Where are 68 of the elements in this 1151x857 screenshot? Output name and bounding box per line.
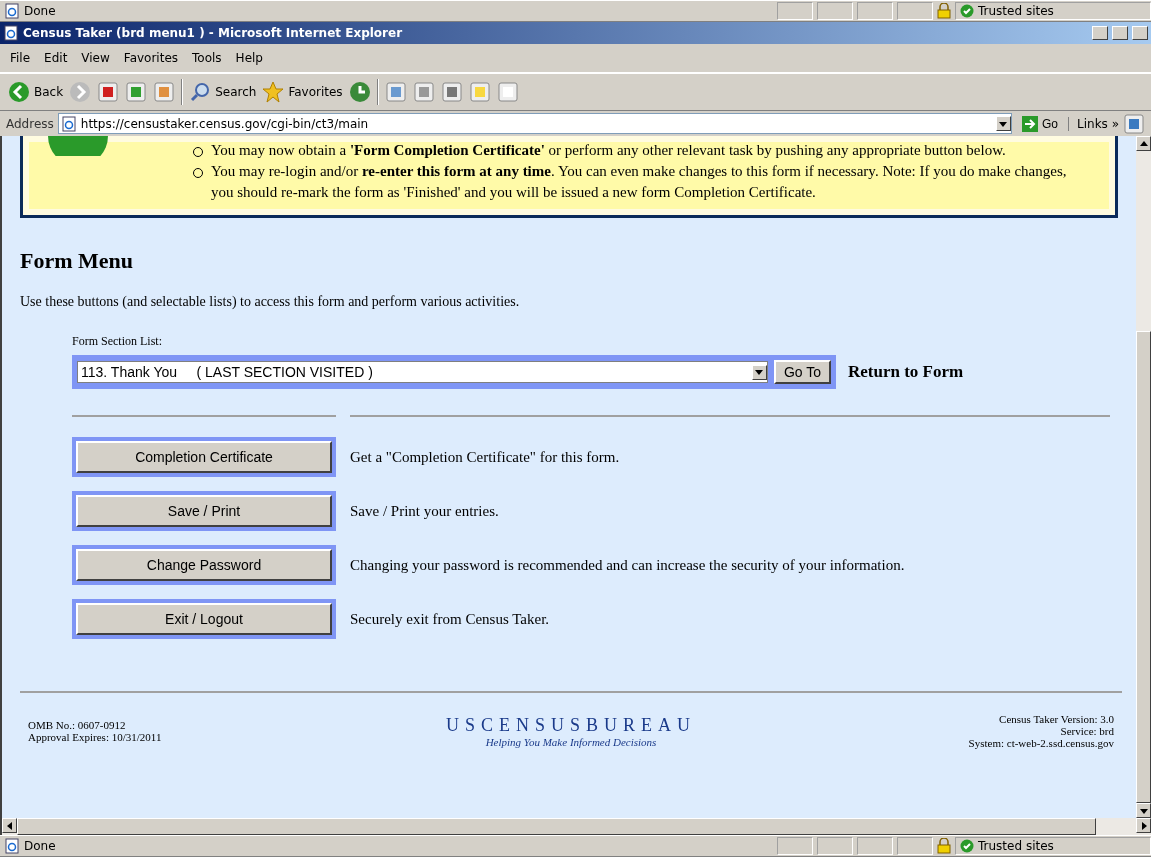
- go-button[interactable]: Go: [1016, 115, 1064, 132]
- status-panel: [817, 837, 853, 855]
- links-button[interactable]: Links »: [1068, 116, 1119, 131]
- lock-icon: [937, 838, 951, 854]
- section-heading: Form Menu: [20, 248, 135, 274]
- notice-text: You may re-login and/or re-enter this form at any time. You can even make changes to this form if necessary. Note: If you do make changes, you should re-mark the form as 'Finished' and you will be issued a new form Completion Certificate.: [211, 162, 1068, 202]
- security-zone: Trusted sites: [955, 837, 1151, 855]
- lock-icon: [937, 3, 951, 19]
- intro-text: Use these buttons (and selectable lists) to access this form and perform various activities.: [20, 294, 521, 310]
- approval-date: Approval Expires: 10/31/2011: [28, 731, 162, 743]
- arrow-icon: [1022, 115, 1038, 132]
- address-field[interactable]: https://censustaker.census.gov/cgi-bin/ct3/main: [57, 113, 1012, 134]
- menu-item[interactable]: File: [4, 49, 37, 67]
- search-button[interactable]: Search: [189, 81, 257, 103]
- menu-item[interactable]: Help: [229, 49, 269, 67]
- star-icon: [262, 81, 285, 103]
- action-button[interactable]: Save / Print: [76, 495, 332, 527]
- security-zone: Trusted sites: [955, 2, 1151, 20]
- return-label: Return to Form: [848, 362, 964, 382]
- status-text: Done: [24, 4, 57, 18]
- status-panel: [897, 2, 933, 20]
- status-panel: [897, 837, 933, 855]
- dropdown-button[interactable]: [996, 116, 1011, 131]
- vertical-scrollbar[interactable]: [1136, 136, 1151, 818]
- omb-number: OMB No.: 0607-0912: [28, 719, 126, 731]
- restore-button[interactable]: [1112, 26, 1128, 40]
- action-description: Save / Print your entries.: [350, 502, 499, 520]
- bureau-logo: USCENSUSBUREAU: [445, 714, 696, 736]
- system-text: System: ct-web-2.ssd.census.gov: [968, 737, 1114, 749]
- page-icon: [4, 3, 20, 19]
- address-label: Address: [6, 116, 54, 131]
- status-text: Done: [24, 839, 57, 853]
- check-icon: [960, 839, 974, 853]
- page-icon: [3, 25, 19, 41]
- history-icon[interactable]: [348, 81, 371, 103]
- action-button[interactable]: Exit / Logout: [76, 603, 332, 635]
- field-label: Form Section List:: [72, 334, 162, 349]
- action-description: Changing your password is recommended and can increase the security of your information.: [350, 556, 905, 574]
- horizontal-scrollbar[interactable]: [0, 818, 1151, 835]
- menu-item[interactable]: Tools: [186, 49, 228, 67]
- action-description: Securely exit from Census Taker.: [350, 610, 550, 628]
- search-icon: [189, 81, 212, 103]
- status-panel: [777, 2, 813, 20]
- menu-item[interactable]: Edit: [38, 49, 74, 67]
- version-text: Census Taker Version: 3.0: [999, 713, 1114, 725]
- notice-text: You may now obtain a 'Form Completion Certificate' or perform any other relevant task by pushing any appropriate button below.: [211, 141, 1006, 160]
- back-button[interactable]: Back: [8, 81, 64, 103]
- minimize-button[interactable]: [1092, 26, 1108, 40]
- favorites-button[interactable]: Favorites: [262, 81, 343, 103]
- page-icon: [60, 115, 77, 132]
- service-text: Service: brd: [1060, 725, 1114, 737]
- status-panel: [777, 837, 813, 855]
- action-description: Get a "Completion Certificate" for this form.: [350, 448, 620, 466]
- close-button[interactable]: [1132, 26, 1148, 40]
- menu-item[interactable]: View: [75, 49, 116, 67]
- dropdown-button[interactable]: [751, 364, 767, 380]
- page-icon: [4, 838, 20, 854]
- status-panel: [817, 2, 853, 20]
- status-panel: [857, 837, 893, 855]
- tagline: Helping You Make Informed Decisions: [485, 735, 657, 748]
- menu-item[interactable]: Favorites: [117, 49, 185, 67]
- action-button[interactable]: Completion Certificate: [76, 441, 332, 473]
- title-bar: Census Taker (brd menu1 ) - Microsoft Internet Explorer: [0, 22, 1151, 44]
- go-to-button[interactable]: Go To: [773, 360, 831, 384]
- action-button[interactable]: Change Password: [76, 549, 332, 581]
- check-icon: [960, 4, 974, 18]
- status-panel: [857, 2, 893, 20]
- section-select[interactable]: 113. Thank You ( LAST SECTION VISITED ): [77, 361, 768, 383]
